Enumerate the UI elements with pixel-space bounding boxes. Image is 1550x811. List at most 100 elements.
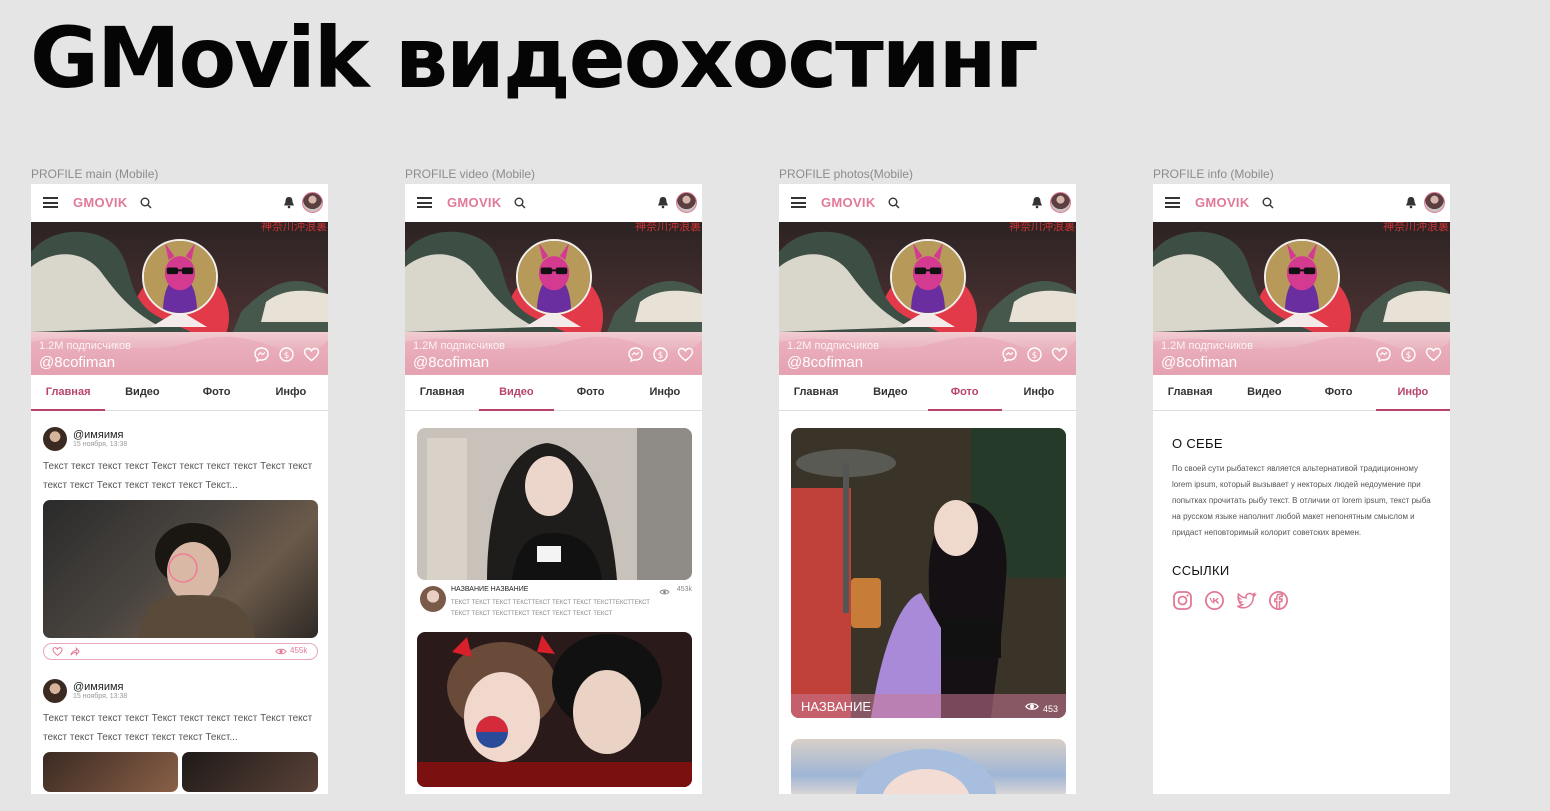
message-icon[interactable] — [627, 346, 644, 363]
post-author[interactable]: @имяимя — [73, 429, 124, 441]
facebook-icon[interactable] — [1268, 590, 1289, 611]
message-icon[interactable] — [1001, 346, 1018, 363]
profile-banner: 神奈川沖浪裏 1.2М подписчиков @8cofiman $ — [779, 222, 1076, 375]
bell-icon[interactable] — [283, 196, 295, 209]
bell-icon[interactable] — [657, 196, 669, 209]
profile-avatar[interactable] — [516, 239, 592, 315]
photo-image[interactable] — [791, 428, 1066, 718]
phone-profile-video: GMOVIK 神奈川沖浪裏 1.2М подписчиков @8cofiman — [405, 184, 702, 794]
photo-caption: НАЗВАНИЕ — [801, 699, 872, 714]
views-icon — [659, 589, 670, 595]
avatar[interactable] — [302, 192, 323, 213]
phone-profile-info: GMOVIK 神奈川沖浪裏 1.2М подписчиков @8cofiman — [1153, 184, 1450, 794]
heart-icon[interactable] — [1425, 346, 1442, 363]
avatar[interactable] — [1050, 192, 1071, 213]
post-author[interactable]: @имяимя — [73, 681, 124, 693]
avatar[interactable] — [676, 192, 697, 213]
tab-info[interactable]: Инфо — [628, 375, 702, 410]
menu-icon[interactable] — [791, 197, 806, 208]
profile-handle: @8cofiman — [1161, 354, 1238, 371]
profile-handle: @8cofiman — [39, 354, 116, 371]
donate-icon[interactable]: $ — [652, 346, 669, 363]
tab-photos[interactable]: Фото — [927, 375, 1003, 411]
search-icon[interactable] — [514, 197, 526, 209]
donate-icon[interactable]: $ — [278, 346, 295, 363]
logo[interactable]: GMOVIK — [821, 195, 876, 210]
video-card[interactable] — [417, 632, 692, 787]
svg-text:神奈川沖浪裏: 神奈川沖浪裏 — [635, 222, 701, 233]
links-heading: ССЫЛКИ — [1172, 563, 1230, 578]
video-thumbnail[interactable] — [417, 428, 692, 580]
post-image[interactable] — [43, 752, 178, 792]
video-card[interactable]: НАЗВАНИЕ НАЗВАНИЕ ТЕКСТ ТЕКСТ ТЕКСТ ТЕКС… — [417, 428, 692, 628]
profile-avatar[interactable] — [1264, 239, 1340, 315]
share-icon[interactable] — [69, 646, 80, 657]
tab-main[interactable]: Главная — [779, 375, 853, 410]
video-description: ТЕКСТ ТЕКСТ ТЕКСТ ТЕКСТТЕКСТ ТЕКСТ ТЕКСТ… — [451, 600, 650, 617]
heart-icon[interactable] — [677, 346, 694, 363]
photo-image[interactable] — [791, 739, 1066, 794]
message-icon[interactable] — [253, 346, 270, 363]
post-author-avatar[interactable] — [43, 427, 67, 451]
heart-icon[interactable] — [1051, 346, 1068, 363]
tab-main[interactable]: Главная — [31, 375, 106, 411]
tab-info[interactable]: Инфо — [254, 375, 328, 410]
menu-icon[interactable] — [417, 197, 432, 208]
twitter-icon[interactable] — [1236, 590, 1257, 611]
tab-video[interactable]: Видео — [853, 375, 927, 410]
post-image[interactable] — [182, 752, 318, 792]
top-bar: GMOVIK — [31, 184, 328, 222]
tab-video[interactable]: Видео — [105, 375, 179, 410]
profile-avatar[interactable] — [142, 239, 218, 315]
profile-tabs: Главная Видео Фото Инфо — [779, 375, 1076, 411]
tab-video[interactable]: Видео — [1227, 375, 1301, 410]
post-image[interactable] — [43, 500, 318, 638]
svg-text:$: $ — [658, 351, 664, 361]
message-icon[interactable] — [1375, 346, 1392, 363]
channel-avatar[interactable] — [420, 586, 446, 612]
video-views: 453k — [676, 586, 692, 593]
post-date: 15 ноября, 13:38 — [73, 441, 128, 448]
menu-icon[interactable] — [43, 197, 58, 208]
donate-icon[interactable]: $ — [1026, 346, 1043, 363]
search-icon[interactable] — [140, 197, 152, 209]
bell-icon[interactable] — [1031, 196, 1043, 209]
bell-icon[interactable] — [1405, 196, 1417, 209]
search-icon[interactable] — [888, 197, 900, 209]
post-author-avatar[interactable] — [43, 679, 67, 703]
heart-icon[interactable] — [303, 346, 320, 363]
search-icon[interactable] — [1262, 197, 1274, 209]
svg-text:神奈川沖浪裏: 神奈川沖浪裏 — [1009, 222, 1075, 233]
tab-info[interactable]: Инфо — [1002, 375, 1076, 410]
logo[interactable]: GMOVIK — [73, 195, 128, 210]
post-date: 15 ноября, 13:38 — [73, 693, 128, 700]
profile-avatar[interactable] — [890, 239, 966, 315]
vk-icon[interactable] — [1204, 590, 1225, 611]
top-bar: GMOVIK — [405, 184, 702, 222]
tab-video[interactable]: Видео — [479, 375, 554, 411]
tab-main[interactable]: Главная — [1153, 375, 1227, 410]
views-icon — [275, 648, 287, 655]
donate-icon[interactable]: $ — [1400, 346, 1417, 363]
tab-photos[interactable]: Фото — [554, 375, 628, 410]
profile-banner: 神奈川沖浪裏 1.2М подписчиков @8cofiman $ — [1153, 222, 1450, 375]
top-bar: GMOVIK — [779, 184, 1076, 222]
video-title[interactable]: НАЗВАНИЕ НАЗВАНИЕ — [451, 586, 528, 593]
photo-card[interactable] — [791, 739, 1066, 794]
instagram-icon[interactable] — [1172, 590, 1193, 611]
svg-text:$: $ — [1406, 351, 1412, 361]
frame-label: PROFILE photos(Mobile) — [779, 167, 914, 181]
profile-banner: 神奈川沖浪裏 1.2М подписчиков @8cofiman $ — [31, 222, 328, 375]
phone-profile-main: GMOVIK 神奈川沖浪裏 1.2М подписчиков @8cofiman — [31, 184, 328, 794]
tab-photos[interactable]: Фото — [180, 375, 254, 410]
tab-photos[interactable]: Фото — [1302, 375, 1376, 410]
menu-icon[interactable] — [1165, 197, 1180, 208]
logo[interactable]: GMOVIK — [1195, 195, 1250, 210]
tab-main[interactable]: Главная — [405, 375, 479, 410]
logo[interactable]: GMOVIK — [447, 195, 502, 210]
photo-card[interactable]: НАЗВАНИЕ 453 — [791, 428, 1066, 718]
tab-info[interactable]: Инфо — [1375, 375, 1450, 411]
avatar[interactable] — [1424, 192, 1445, 213]
video-thumbnail[interactable] — [417, 632, 692, 787]
like-icon[interactable] — [52, 646, 63, 657]
